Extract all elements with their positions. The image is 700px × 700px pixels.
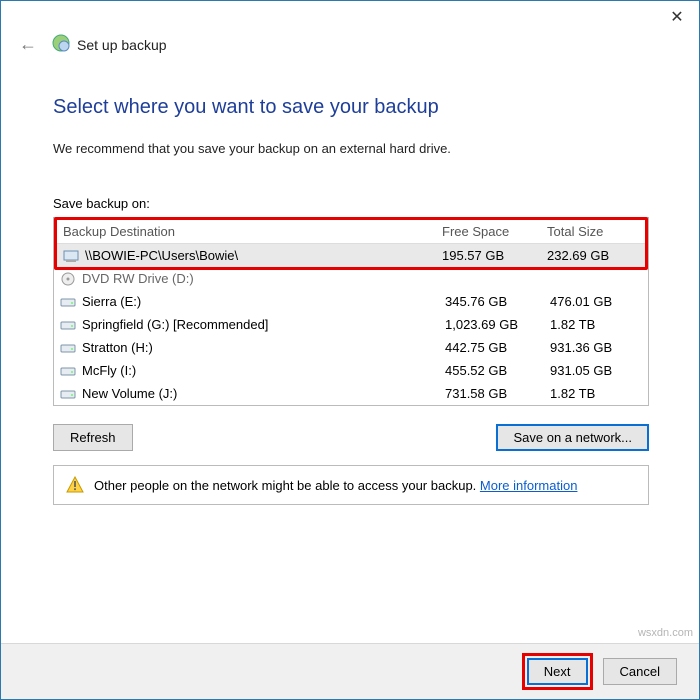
next-button[interactable]: Next xyxy=(527,658,588,685)
disc-drive-icon xyxy=(60,272,76,286)
row-name: McFly (I:) xyxy=(82,363,136,378)
close-icon[interactable]: ✕ xyxy=(655,2,699,32)
row-name: New Volume (J:) xyxy=(82,386,177,401)
recommendation-text: We recommend that you save your backup o… xyxy=(53,141,649,156)
row-name: Sierra (E:) xyxy=(82,294,141,309)
footer-bar: Next Cancel xyxy=(1,643,699,699)
list-row-selected[interactable]: \\BOWIE-PC\Users\Bowie\ 195.57 GB 232.69… xyxy=(57,244,645,267)
list-row[interactable]: New Volume (J:) 731.58 GB 1.82 TB xyxy=(54,382,648,405)
back-icon[interactable]: ← xyxy=(19,34,37,55)
list-row[interactable]: Sierra (E:) 345.76 GB 476.01 GB xyxy=(54,290,648,313)
warning-message: Other people on the network might be abl… xyxy=(94,478,476,493)
save-on-network-button[interactable]: Save on a network... xyxy=(496,424,649,451)
cancel-button[interactable]: Cancel xyxy=(603,658,677,685)
more-information-link[interactable]: More information xyxy=(480,478,578,493)
row-free: 442.75 GB xyxy=(445,340,550,355)
wizard-icon xyxy=(51,33,71,56)
page-heading: Select where you want to save your backu… xyxy=(53,96,649,119)
row-free: 731.58 GB xyxy=(445,386,550,401)
list-row[interactable]: DVD RW Drive (D:) xyxy=(54,271,648,290)
warning-text: Other people on the network might be abl… xyxy=(94,478,577,493)
wizard-title: Set up backup xyxy=(77,37,167,53)
refresh-button[interactable]: Refresh xyxy=(53,424,133,451)
next-highlight: Next xyxy=(522,653,593,690)
hdd-icon xyxy=(60,341,76,355)
row-total: 931.36 GB xyxy=(550,340,640,355)
row-name: \\BOWIE-PC\Users\Bowie\ xyxy=(85,248,238,263)
row-total: 232.69 GB xyxy=(547,248,637,263)
row-name: Stratton (H:) xyxy=(82,340,153,355)
row-free: 195.57 GB xyxy=(442,248,547,263)
col-destination[interactable]: Backup Destination xyxy=(63,224,442,239)
list-header-row: Backup Destination Free Space Total Size xyxy=(57,220,645,244)
hdd-icon xyxy=(60,295,76,309)
list-label: Save backup on: xyxy=(53,196,649,211)
warning-panel: Other people on the network might be abl… xyxy=(53,465,649,505)
row-total: 931.05 GB xyxy=(550,363,640,378)
warning-icon xyxy=(66,476,84,494)
row-total: 1.82 TB xyxy=(550,386,640,401)
list-row[interactable]: Stratton (H:) 442.75 GB 931.36 GB xyxy=(54,336,648,359)
row-name: DVD RW Drive (D:) xyxy=(82,271,194,286)
col-total[interactable]: Total Size xyxy=(547,224,637,239)
row-name: Springfield (G:) [Recommended] xyxy=(82,317,268,332)
watermark-text: wsxdn.com xyxy=(638,627,693,639)
hdd-icon xyxy=(60,318,76,332)
destination-list: Backup Destination Free Space Total Size… xyxy=(53,217,649,406)
list-row[interactable]: McFly (I:) 455.52 GB 931.05 GB xyxy=(54,359,648,382)
row-total: 1.82 TB xyxy=(550,317,640,332)
selection-highlight: Backup Destination Free Space Total Size… xyxy=(54,217,648,270)
col-free[interactable]: Free Space xyxy=(442,224,547,239)
list-row[interactable]: Springfield (G:) [Recommended] 1,023.69 … xyxy=(54,313,648,336)
row-free: 455.52 GB xyxy=(445,363,550,378)
hdd-icon xyxy=(60,364,76,378)
row-free: 1,023.69 GB xyxy=(445,317,550,332)
network-drive-icon xyxy=(63,249,79,263)
hdd-icon xyxy=(60,387,76,401)
row-total: 476.01 GB xyxy=(550,294,640,309)
row-free: 345.76 GB xyxy=(445,294,550,309)
